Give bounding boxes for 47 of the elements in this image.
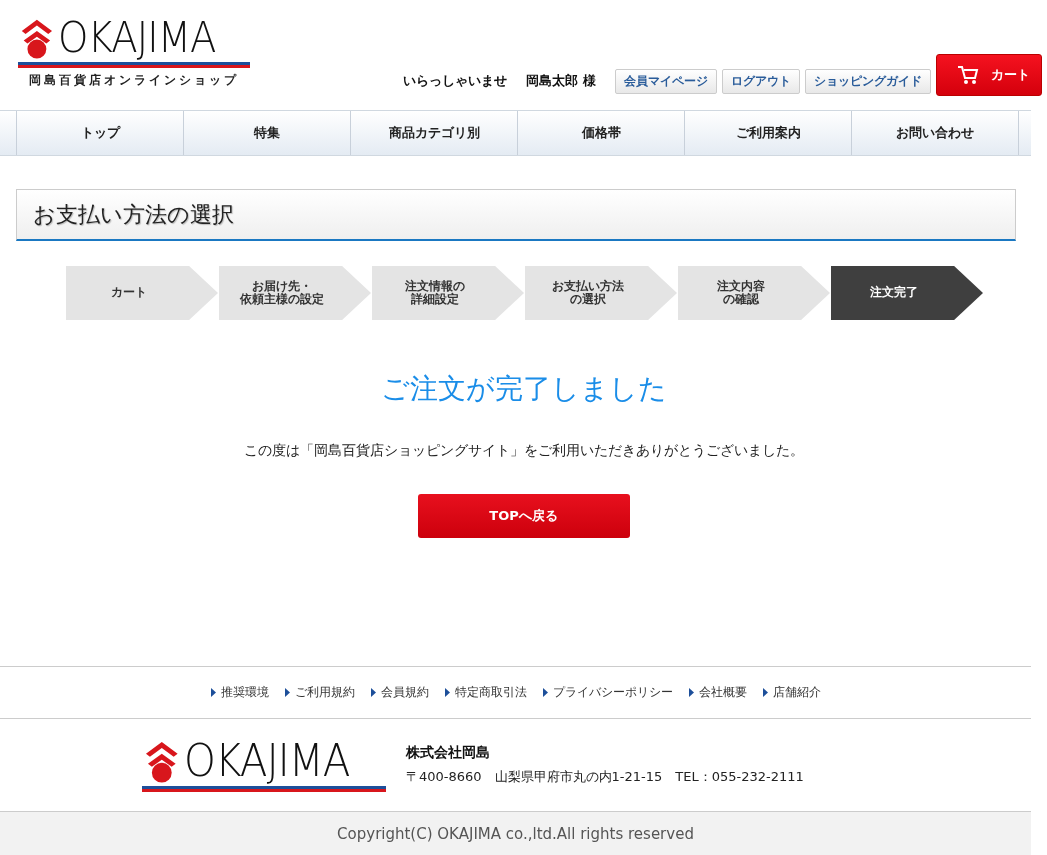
nav-item[interactable]: トップ [16, 111, 183, 155]
greeting-text: いらっしゃいませ [403, 72, 508, 90]
company-name: 株式会社岡島 [406, 744, 491, 762]
header-link[interactable]: ショッピングガイド [805, 68, 931, 94]
nav-item[interactable]: 商品カテゴリ別 [350, 111, 517, 155]
footer-link[interactable]: 店舗紹介 [762, 684, 821, 701]
header-link[interactable]: ログアウト [722, 68, 800, 94]
nav-item[interactable]: 価格帯 [517, 111, 684, 155]
step-label: お支払い方法 [552, 279, 624, 293]
copyright-text: Copyright(C) OKAJIMA co.,ltd.All rights reserved [0, 811, 1031, 855]
step-label: 詳細設定 [411, 293, 459, 307]
step-label: 注文完了 [870, 286, 918, 300]
cart-icon [957, 65, 979, 85]
triangle-icon [762, 688, 768, 697]
step-label: お届け先・ [252, 279, 312, 293]
triangle-icon [210, 688, 216, 697]
page-title: お支払い方法の選択 [16, 189, 1016, 241]
footer-link[interactable]: プライバシーポリシー [542, 684, 673, 701]
header-link[interactable]: 会員マイページ [615, 68, 717, 94]
triangle-icon [688, 688, 694, 697]
nav-item[interactable]: お問い合わせ [851, 111, 1019, 155]
footer-link[interactable]: ご利用規約 [284, 684, 355, 701]
logo-wordmark: OKAJIMA [183, 739, 350, 784]
footer-link[interactable]: 会社概要 [688, 684, 747, 701]
company-address: 〒400-8660 山梨県甲府市丸の内1-21-15 TEL：055-232-2111 [406, 768, 804, 786]
step-label: 注文情報の [405, 279, 465, 293]
triangle-icon [370, 688, 376, 697]
logo-subtitle: 岡島百貨店オンラインショップ [28, 72, 240, 90]
nav-item[interactable]: ご利用案内 [684, 111, 851, 155]
thank-you-message: この度は「岡島百貨店ショッピングサイト」をご利用いただきありがとうございました。 [243, 442, 804, 460]
footer-link[interactable]: 推奨環境 [210, 684, 269, 701]
step-label: の選択 [570, 293, 606, 307]
step-label: カート [111, 286, 147, 300]
nav-item[interactable]: 特集 [183, 111, 350, 155]
back-to-top-button[interactable]: TOPへ戻る [417, 494, 630, 538]
triangle-icon [284, 688, 290, 697]
completion-heading: ご注文が完了しました [380, 371, 667, 407]
footer-link[interactable]: 特定商取引法 [444, 684, 527, 701]
step-label: 注文内容 [717, 279, 765, 293]
user-name: 岡島太郎 様 [526, 72, 596, 90]
step-label: の確認 [723, 293, 759, 307]
footer-link[interactable]: 会員規約 [370, 684, 429, 701]
step-label: 依頼主様の設定 [240, 293, 324, 307]
triangle-icon [444, 688, 450, 697]
logo-wordmark: OKAJIMA [57, 17, 216, 60]
triangle-icon [542, 688, 548, 697]
cart-button[interactable]: カート [936, 54, 1042, 96]
